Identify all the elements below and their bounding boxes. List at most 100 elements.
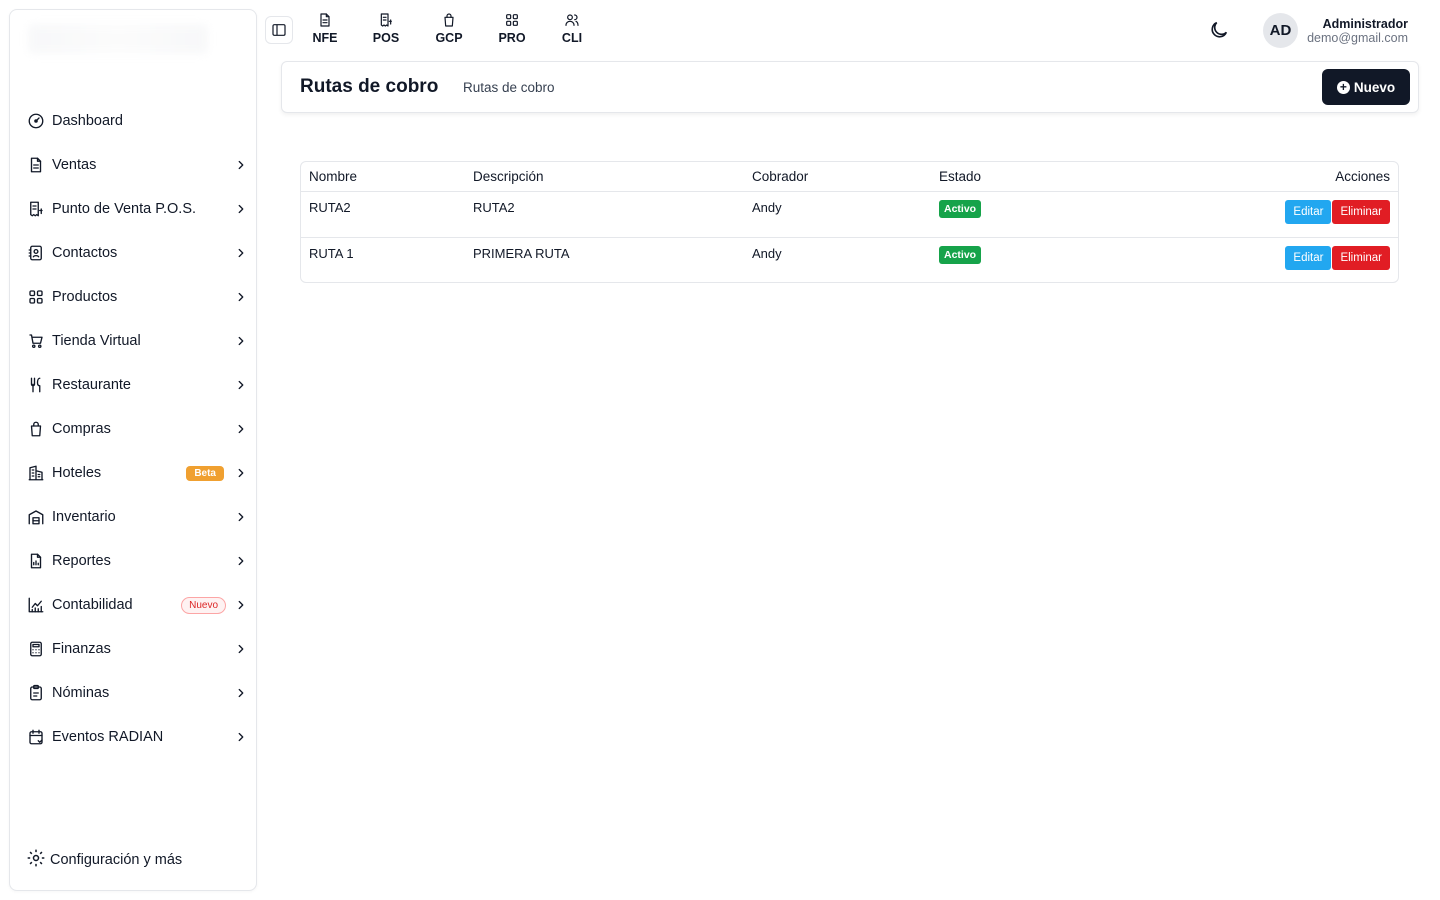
chevron-right-icon <box>234 290 248 304</box>
utensils-icon <box>26 375 46 395</box>
cell-nombre: RUTA2 <box>301 191 465 238</box>
cell-descripcion: RUTA2 <box>465 191 744 238</box>
sidebar-item-label: Compras <box>52 421 111 437</box>
topnav-cli[interactable]: CLI <box>552 12 592 45</box>
panel-left-icon <box>271 22 287 38</box>
sidebar-item-label: Contabilidad <box>52 597 133 613</box>
sidebar-item-compras[interactable]: Compras <box>26 413 248 445</box>
sidebar-item-nominas[interactable]: Nóminas <box>26 677 248 709</box>
sidebar-item-contactos[interactable]: Contactos <box>26 237 248 269</box>
logo[interactable] <box>28 24 208 54</box>
sidebar-item-restaurante[interactable]: Restaurante <box>26 369 248 401</box>
sidebar-item-productos[interactable]: Productos <box>26 281 248 313</box>
receipt-icon <box>380 13 392 27</box>
chevron-right-icon <box>234 466 248 480</box>
cell-estado: Activo <box>931 191 1121 238</box>
edit-button[interactable]: Editar <box>1285 199 1332 224</box>
sidebar-item-label: Nóminas <box>52 685 110 701</box>
clipboard-icon <box>26 683 46 703</box>
building-icon <box>26 463 46 483</box>
new-button-label: Nuevo <box>1353 79 1396 95</box>
chevron-right-icon <box>234 334 248 348</box>
sidebar-toggle-button[interactable] <box>265 16 293 44</box>
chevron-right-icon <box>234 730 248 744</box>
topnav-label: POS <box>372 31 400 45</box>
sidebar-item-contabilidad[interactable]: Contabilidad Nuevo <box>26 589 248 621</box>
topnav-pro[interactable]: PRO <box>492 12 532 45</box>
sidebar-item-label: Punto de Venta P.O.S. <box>52 201 197 217</box>
settings-link[interactable]: Configuración y más <box>26 846 182 874</box>
topnav-label: PRO <box>498 31 526 45</box>
sidebar-item-inventario[interactable]: Inventario <box>26 501 248 533</box>
moon-icon <box>1211 21 1228 38</box>
cell-acciones: Editar Eliminar <box>1121 237 1398 282</box>
topnav-label: CLI <box>561 31 583 45</box>
new-button[interactable]: + Nuevo <box>1322 69 1410 105</box>
sidebar-item-reportes[interactable]: Reportes <box>26 545 248 577</box>
status-badge: Activo <box>939 199 982 218</box>
avatar[interactable]: AD <box>1263 13 1298 48</box>
chevron-right-icon <box>234 202 248 216</box>
status-badge: Activo <box>939 245 982 264</box>
calendar-icon <box>26 727 46 747</box>
topnav-nfe[interactable]: NFE <box>305 12 345 45</box>
page-title: Rutas de cobro <box>300 76 439 97</box>
sidebar-item-finanzas[interactable]: Finanzas <box>26 633 248 665</box>
sidebar-item-label: Tienda Virtual <box>52 333 141 349</box>
warehouse-icon <box>26 507 46 527</box>
calculator-icon <box>26 639 46 659</box>
document-icon <box>26 155 46 175</box>
topnav-label: GCP <box>435 31 463 45</box>
sidebar-item-label: Productos <box>52 289 118 305</box>
cell-cobrador: Andy <box>752 245 782 261</box>
bag-icon <box>26 419 46 439</box>
sidebar-item-hoteles[interactable]: Hoteles Beta <box>26 457 248 489</box>
column-header: Acciones <box>1121 162 1398 192</box>
sidebar: Dashboard Ventas Punto de Venta P.O.S. C… <box>9 9 257 891</box>
table-header-row: Nombre Descripción Cobrador Estado Accio… <box>301 162 1398 192</box>
topnav-pos[interactable]: POS <box>366 12 406 45</box>
sidebar-item-ventas[interactable]: Ventas <box>26 149 248 181</box>
chevron-right-icon <box>234 422 248 436</box>
cell-nombre: RUTA 1 <box>309 245 354 261</box>
column-header: Cobrador <box>744 162 931 192</box>
settings-label: Configuración y más <box>50 852 183 868</box>
page-header: Rutas de cobro Rutas de cobro + Nuevo <box>281 61 1419 113</box>
gear-icon <box>26 848 50 872</box>
beta-badge: Beta <box>186 465 224 481</box>
delete-button[interactable]: Eliminar <box>1332 245 1390 270</box>
report-icon <box>26 551 46 571</box>
edit-button[interactable]: Editar <box>1285 245 1332 270</box>
user-name: Administrador <box>1322 17 1408 31</box>
contacts-icon <box>26 243 46 263</box>
gauge-icon <box>26 111 46 131</box>
cell-estado: Activo <box>931 237 1121 282</box>
chart-icon <box>26 595 46 615</box>
routes-table: Nombre Descripción Cobrador Estado Accio… <box>300 161 1399 283</box>
chevron-right-icon <box>234 686 248 700</box>
sidebar-item-pos[interactable]: Punto de Venta P.O.S. <box>26 193 248 225</box>
new-badge: Nuevo <box>181 596 226 614</box>
column-header: Descripción <box>465 162 744 192</box>
chevron-right-icon <box>234 554 248 568</box>
receipt-icon <box>26 199 46 219</box>
plus-circle-icon: + <box>1336 80 1350 94</box>
grid-icon <box>506 14 518 26</box>
cell-cobrador: Andy <box>744 191 931 238</box>
cell-descripcion: PRIMERA RUTA <box>473 245 570 261</box>
sidebar-item-label: Eventos RADIAN <box>52 729 164 745</box>
chevron-right-icon <box>234 642 248 656</box>
sidebar-item-tienda-virtual[interactable]: Tienda Virtual <box>26 325 248 357</box>
table-row: RUTA2 RUTA2 Andy Activo Editar Eliminar <box>301 191 1398 238</box>
topnav-gcp[interactable]: GCP <box>429 12 469 45</box>
users-icon <box>565 14 579 26</box>
document-icon <box>320 13 330 27</box>
sidebar-item-label: Restaurante <box>52 377 131 393</box>
theme-toggle-button[interactable] <box>1208 19 1230 41</box>
sidebar-item-eventos-radian[interactable]: Eventos RADIAN <box>26 721 248 753</box>
chevron-right-icon <box>234 158 248 172</box>
bag-icon <box>444 13 454 27</box>
delete-button[interactable]: Eliminar <box>1332 199 1390 224</box>
sidebar-item-dashboard[interactable]: Dashboard <box>26 105 248 137</box>
column-header: Nombre <box>301 162 465 192</box>
